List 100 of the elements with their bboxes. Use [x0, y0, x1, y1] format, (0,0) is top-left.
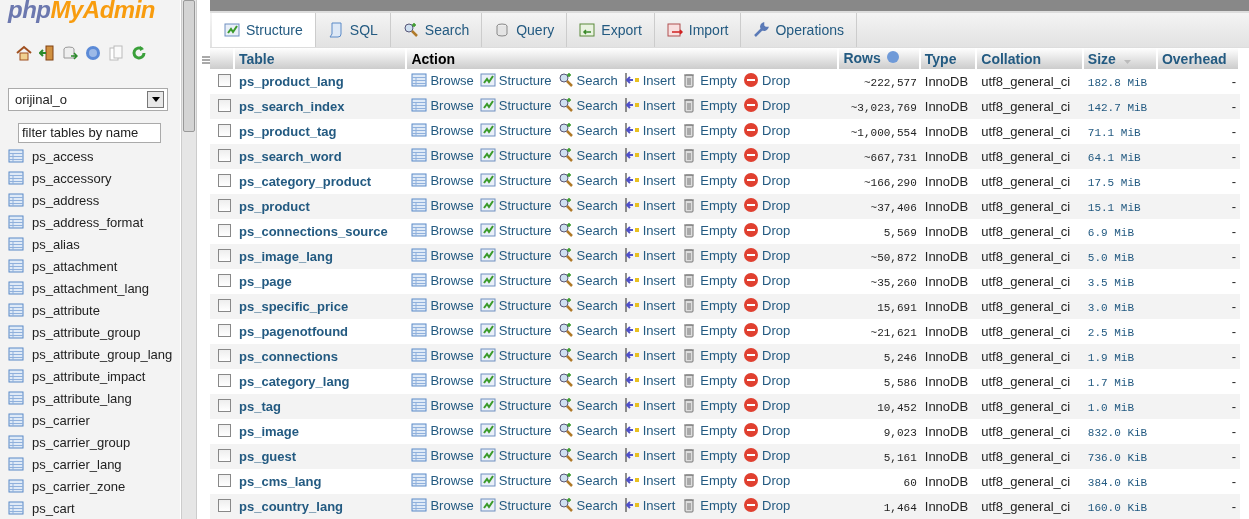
- action-link[interactable]: Structure: [498, 147, 552, 163]
- row-checkbox[interactable]: [218, 198, 231, 212]
- action-link[interactable]: Drop: [762, 147, 791, 163]
- table-size[interactable]: 6.9 MiB: [1087, 227, 1135, 239]
- table-size[interactable]: 1.7 MiB: [1087, 377, 1135, 389]
- action-link[interactable]: Structure: [498, 322, 552, 338]
- database-select[interactable]: orijinal_o: [8, 88, 168, 111]
- row-checkbox[interactable]: [218, 323, 231, 337]
- table-size[interactable]: 71.1 MiB: [1087, 127, 1141, 139]
- action-link[interactable]: Browse: [430, 247, 474, 263]
- action-link[interactable]: Search: [576, 322, 618, 338]
- table-size[interactable]: 15.1 MiB: [1087, 202, 1141, 214]
- action-link[interactable]: Drop: [762, 347, 791, 363]
- row-checkbox[interactable]: [218, 223, 231, 237]
- action-link[interactable]: Empty: [700, 297, 738, 313]
- table-name-link[interactable]: ps_image_lang: [239, 249, 333, 264]
- table-name-link[interactable]: ps_pagenotfound: [239, 324, 349, 339]
- row-checkbox[interactable]: [218, 348, 231, 362]
- row-checkbox[interactable]: [218, 173, 231, 187]
- sidebar-table-link[interactable]: ps_address: [32, 192, 100, 208]
- row-checkbox[interactable]: [218, 123, 231, 137]
- action-link[interactable]: Insert: [642, 422, 676, 438]
- action-link[interactable]: Empty: [700, 447, 738, 463]
- sidebar-table-link[interactable]: ps_address_format: [32, 214, 144, 230]
- sidebar-table-link[interactable]: ps_attribute_group: [32, 324, 141, 340]
- action-link[interactable]: Browse: [430, 347, 474, 363]
- scrollbar[interactable]: [181, 0, 197, 519]
- action-link[interactable]: Drop: [762, 447, 791, 463]
- action-link[interactable]: Empty: [700, 422, 738, 438]
- table-size[interactable]: 5.0 MiB: [1087, 252, 1135, 264]
- action-link[interactable]: Search: [576, 122, 618, 138]
- table-name-link[interactable]: ps_product_tag: [239, 124, 337, 139]
- action-link[interactable]: Empty: [700, 472, 738, 488]
- action-link[interactable]: Insert: [642, 247, 676, 263]
- action-link[interactable]: Drop: [762, 272, 791, 288]
- action-link[interactable]: Insert: [642, 97, 676, 113]
- action-link[interactable]: Drop: [762, 247, 791, 263]
- action-link[interactable]: Structure: [498, 347, 552, 363]
- action-link[interactable]: Structure: [498, 447, 552, 463]
- action-link[interactable]: Drop: [762, 222, 791, 238]
- action-link[interactable]: Search: [576, 272, 618, 288]
- row-checkbox[interactable]: [218, 73, 231, 87]
- action-link[interactable]: Empty: [700, 372, 738, 388]
- table-name-link[interactable]: ps_product_lang: [239, 74, 344, 89]
- table-size[interactable]: 17.5 MiB: [1087, 177, 1141, 189]
- action-link[interactable]: Insert: [642, 472, 676, 488]
- action-link[interactable]: Search: [576, 347, 618, 363]
- action-link[interactable]: Drop: [762, 422, 791, 438]
- action-link[interactable]: Search: [576, 447, 618, 463]
- action-link[interactable]: Search: [576, 197, 618, 213]
- table-size[interactable]: 182.8 MiB: [1087, 77, 1148, 89]
- table-name-link[interactable]: ps_product: [239, 199, 310, 214]
- row-checkbox[interactable]: [218, 398, 231, 412]
- table-name-link[interactable]: ps_image: [239, 424, 299, 439]
- action-link[interactable]: Search: [576, 147, 618, 163]
- sidebar-table-link[interactable]: ps_attachment_lang: [32, 280, 150, 296]
- sidebar-table-link[interactable]: ps_attribute_group_lang: [32, 346, 173, 362]
- action-link[interactable]: Browse: [430, 322, 474, 338]
- action-link[interactable]: Drop: [762, 372, 791, 388]
- action-link[interactable]: Browse: [430, 147, 474, 163]
- action-link[interactable]: Empty: [700, 197, 738, 213]
- action-link[interactable]: Insert: [642, 122, 676, 138]
- table-name-link[interactable]: ps_guest: [239, 449, 297, 464]
- action-link[interactable]: Insert: [642, 322, 676, 338]
- action-link[interactable]: Insert: [642, 372, 676, 388]
- table-name-link[interactable]: ps_connections: [239, 349, 338, 364]
- splitter-handle[interactable]: [202, 55, 210, 65]
- action-link[interactable]: Empty: [700, 222, 738, 238]
- sidebar-table-link[interactable]: ps_attribute: [32, 302, 100, 318]
- action-link[interactable]: Insert: [642, 222, 676, 238]
- action-link[interactable]: Structure: [498, 72, 552, 88]
- sidebar-table-link[interactable]: ps_attribute_lang: [32, 390, 132, 406]
- action-link[interactable]: Empty: [700, 497, 738, 513]
- action-link[interactable]: Search: [576, 422, 618, 438]
- row-checkbox[interactable]: [218, 98, 231, 112]
- action-link[interactable]: Search: [576, 247, 618, 263]
- row-checkbox[interactable]: [218, 273, 231, 287]
- table-name-link[interactable]: ps_search_word: [239, 149, 342, 164]
- tab[interactable]: Import: [654, 12, 742, 47]
- logo[interactable]: phpMyAdmin: [8, 0, 180, 24]
- action-link[interactable]: Browse: [430, 197, 474, 213]
- action-link[interactable]: Insert: [642, 197, 676, 213]
- table-size[interactable]: 832.0 KiB: [1087, 427, 1148, 439]
- action-link[interactable]: Insert: [642, 272, 676, 288]
- tab[interactable]: Export: [567, 12, 655, 47]
- table-size[interactable]: 142.7 MiB: [1087, 102, 1148, 114]
- action-link[interactable]: Insert: [642, 172, 676, 188]
- action-link[interactable]: Structure: [498, 297, 552, 313]
- action-link[interactable]: Browse: [430, 447, 474, 463]
- action-link[interactable]: Drop: [762, 472, 791, 488]
- tab[interactable]: Query: [482, 12, 568, 47]
- action-link[interactable]: Structure: [498, 372, 552, 388]
- sidebar-table-link[interactable]: ps_access: [32, 148, 94, 164]
- action-link[interactable]: Browse: [430, 472, 474, 488]
- table-size[interactable]: 64.1 MiB: [1087, 152, 1141, 164]
- action-link[interactable]: Browse: [430, 397, 474, 413]
- action-link[interactable]: Browse: [430, 497, 474, 513]
- table-size[interactable]: 1.0 MiB: [1087, 402, 1135, 414]
- action-link[interactable]: Empty: [700, 172, 738, 188]
- action-link[interactable]: Search: [576, 97, 618, 113]
